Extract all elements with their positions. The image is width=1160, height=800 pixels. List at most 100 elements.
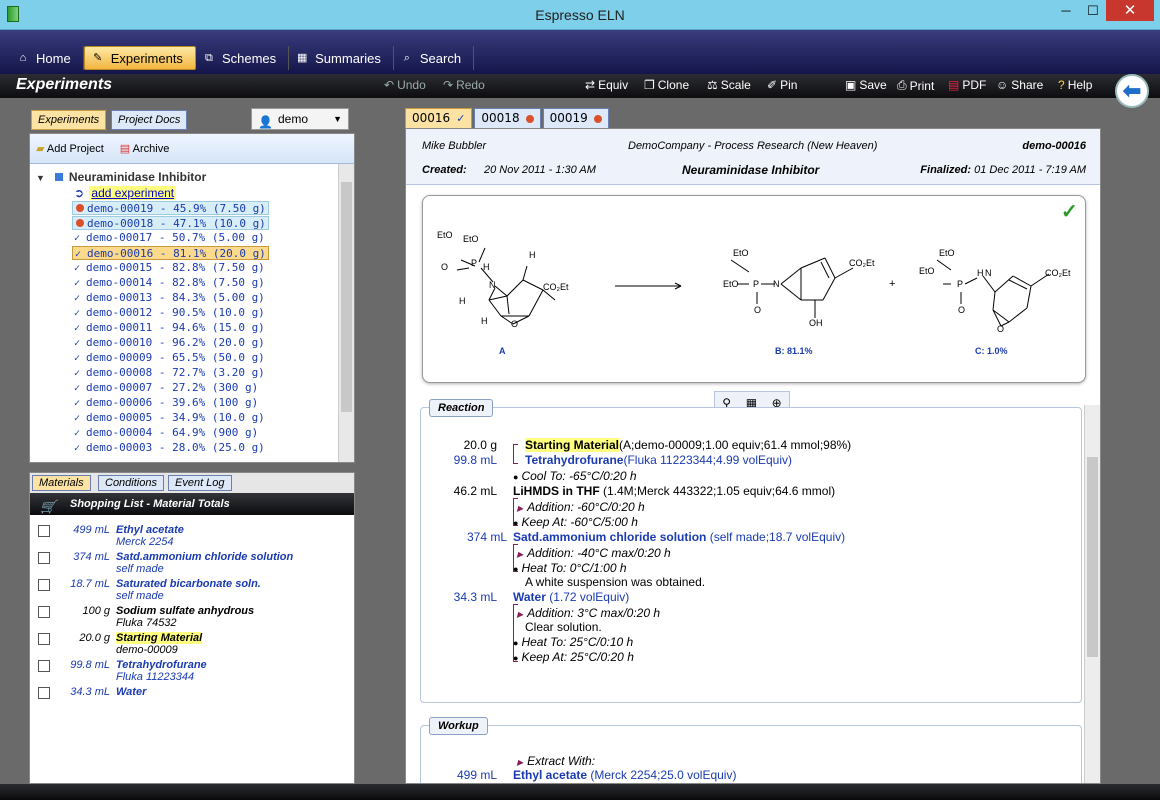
document-scrollbar[interactable] xyxy=(1084,405,1100,783)
share-button[interactable]: ☺ Share xyxy=(996,78,1043,92)
material-checkbox[interactable] xyxy=(38,660,50,672)
experiment-item[interactable]: ✓ demo-00011 - 94.6% (15.0 g) xyxy=(72,321,267,335)
nav-tab-search[interactable]: ⌕ Search xyxy=(394,46,475,70)
close-button[interactable]: ✕ xyxy=(1106,0,1154,21)
material-name[interactable]: Sodium sulfate anhydrous xyxy=(116,605,254,617)
experiment-item[interactable]: ✓ demo-00009 - 65.5% (50.0 g) xyxy=(72,351,267,365)
reaction-section-tab[interactable]: Reaction xyxy=(429,399,494,417)
left-panel: Experiments Project Docs 👤 demo ▼ ▰ Add … xyxy=(29,106,355,784)
material-checkbox[interactable] xyxy=(38,687,50,699)
save-button[interactable]: ▣ Save xyxy=(845,78,887,92)
keep-step-2[interactable]: Keep At: 25°C/0:20 h xyxy=(521,650,633,664)
tab-materials[interactable]: Materials xyxy=(32,475,91,491)
redo-button[interactable]: ↷ Redo xyxy=(443,78,485,92)
nh4-name[interactable]: Satd.ammonium chloride solution xyxy=(513,530,706,544)
ea-name[interactable]: Ethyl acetate xyxy=(513,768,587,782)
tab-project-docs[interactable]: Project Docs xyxy=(111,110,188,130)
reaction-scheme[interactable]: EtO EtO O P N H H H H O CO₂Et A EtO EtO … xyxy=(422,195,1086,383)
experiment-item[interactable]: ✓ demo-00016 - 81.1% (20.0 g) xyxy=(72,246,269,260)
note-2[interactable]: Clear solution. xyxy=(525,620,602,634)
step-arrow-icon: ▶ xyxy=(517,610,524,619)
note-1[interactable]: A white suspension was obtained. xyxy=(525,575,705,589)
experiment-item[interactable]: ✓ demo-00003 - 28.0% (25.0 g) xyxy=(72,441,267,455)
scale-button[interactable]: ⚖ Scale xyxy=(707,78,751,92)
archive-button[interactable]: ▤ Archive xyxy=(120,142,170,155)
experiment-item[interactable]: ✓ demo-00008 - 72.7% (3.20 g) xyxy=(72,366,267,380)
material-name[interactable]: Saturated bicarbonate soln. xyxy=(116,578,261,590)
user-select[interactable]: 👤 demo ▼ xyxy=(251,108,349,130)
ea-detail: (Merck 2254;25.0 volEquiv) xyxy=(590,768,737,782)
nav-tab-experiments[interactable]: ✎ Experiments xyxy=(83,46,196,70)
experiment-item[interactable]: ✓ demo-00012 - 90.5% (10.0 g) xyxy=(72,306,267,320)
back-button[interactable]: ⬅ xyxy=(1115,74,1149,108)
experiment-item[interactable]: ✓ demo-00014 - 82.8% (7.50 g) xyxy=(72,276,267,290)
material-name[interactable]: Ethyl acetate xyxy=(116,524,184,536)
print-button[interactable]: ⎙ Print xyxy=(897,78,934,93)
add-project-button[interactable]: ▰ Add Project xyxy=(36,142,104,155)
material-name[interactable]: Tetrahydrofurane xyxy=(116,659,207,671)
material-checkbox[interactable] xyxy=(38,633,50,645)
experiment-item[interactable]: ✓ demo-00007 - 27.2% (300 g) xyxy=(72,381,260,395)
equiv-button[interactable]: ⇄ Equiv xyxy=(585,78,628,92)
tab-conditions[interactable]: Conditions xyxy=(98,475,164,491)
project-node[interactable]: ▼ Neuraminidase Inhibitor xyxy=(36,170,206,184)
material-name[interactable]: Satd.ammonium chloride solution xyxy=(116,551,293,563)
material-checkbox[interactable] xyxy=(38,579,50,591)
experiment-item[interactable]: ✓ demo-00006 - 39.6% (100 g) xyxy=(72,396,260,410)
tree-scrollbar[interactable] xyxy=(338,164,354,462)
experiment-item[interactable]: demo-00018 - 47.1% (10.0 g) xyxy=(72,216,269,230)
minimize-button[interactable]: ─ xyxy=(1052,0,1080,21)
addition-step-2[interactable]: Addition: -40°C max/0:20 h xyxy=(527,546,671,560)
heat-step-1[interactable]: Heat To: 0°C/1:00 h xyxy=(521,561,626,575)
material-checkbox[interactable] xyxy=(38,552,50,564)
material-name[interactable]: Water xyxy=(116,686,146,698)
tab-experiments-list[interactable]: Experiments xyxy=(31,110,107,130)
pin-button[interactable]: ✐ Pin xyxy=(767,78,797,92)
experiment-item[interactable]: ✓ demo-00013 - 84.3% (5.00 g) xyxy=(72,291,267,305)
tab-exp-00016[interactable]: 00016 ✓ xyxy=(405,108,473,129)
pdf-button[interactable]: ▤ PDF xyxy=(948,78,986,92)
nav-tab-home[interactable]: ⌂ Home xyxy=(10,46,84,70)
sm-name[interactable]: Starting Material xyxy=(525,438,620,452)
experiment-item[interactable]: ✓ demo-00015 - 82.8% (7.50 g) xyxy=(72,261,267,275)
heat-step-2[interactable]: Heat To: 25°C/0:10 h xyxy=(521,635,633,649)
extract-step[interactable]: Extract With: xyxy=(527,754,595,768)
experiment-item[interactable]: demo-00019 - 45.9% (7.50 g) xyxy=(72,201,269,215)
archive-icon: ▤ xyxy=(119,143,131,155)
experiments-icon: ✎ xyxy=(93,52,103,64)
tab-exp-00019[interactable]: 00019 xyxy=(542,108,609,129)
workup-section-tab[interactable]: Workup xyxy=(429,717,488,735)
finalized-check-icon: ✓ xyxy=(1061,201,1078,223)
experiment-item[interactable]: ✓ demo-00017 - 50.7% (5.00 g) xyxy=(72,231,267,245)
main-nav: ⌂ Home ✎ Experiments ⧉ Schemes ▦ Summaries ⌕… xyxy=(0,30,1160,74)
add-experiment-link[interactable]: ➲ add experiment xyxy=(72,186,177,200)
keep-step-1[interactable]: Keep At: -60°C/5:00 h xyxy=(521,515,637,529)
nav-tab-schemes[interactable]: ⧉ Schemes xyxy=(196,46,290,70)
checkmark-icon: ✓ xyxy=(74,398,81,409)
collapse-icon: ▼ xyxy=(36,173,45,183)
material-name[interactable]: Starting Material xyxy=(116,632,203,644)
material-source: demo-00009 xyxy=(116,644,178,656)
nav-tab-summaries[interactable]: ▦ Summaries xyxy=(289,46,394,70)
addition-step-3[interactable]: Addition: 3°C max/0:20 h xyxy=(527,606,660,620)
material-checkbox[interactable] xyxy=(38,606,50,618)
water-name[interactable]: Water xyxy=(513,590,546,604)
cool-step[interactable]: Cool To: -65°C/0:20 h xyxy=(521,469,636,483)
experiment-item[interactable]: ✓ demo-00004 - 64.9% (900 g) xyxy=(72,426,260,440)
addition-step-1[interactable]: Addition: -60°C/0:20 h xyxy=(527,500,645,514)
material-checkbox[interactable] xyxy=(38,525,50,537)
maximize-button[interactable]: ☐ xyxy=(1079,0,1107,21)
material-item: 18.7 mL Saturated bicarbonate soln. self m… xyxy=(36,577,346,603)
material-qty: 100 g xyxy=(82,605,110,617)
experiment-item[interactable]: ✓ demo-00005 - 34.9% (10.0 g) xyxy=(72,411,267,425)
scheme-o-b: O xyxy=(754,305,761,315)
undo-button[interactable]: ↶ Undo xyxy=(384,78,426,92)
thf-name[interactable]: Tetrahydrofurane xyxy=(525,453,623,467)
clone-button[interactable]: ❐ Clone xyxy=(644,78,689,92)
experiment-item[interactable]: ✓ demo-00010 - 96.2% (20.0 g) xyxy=(72,336,267,350)
help-button[interactable]: ? Help xyxy=(1058,78,1092,92)
lih-name[interactable]: LiHMDS in THF xyxy=(513,484,600,498)
tab-event-log[interactable]: Event Log xyxy=(168,475,232,491)
tab-exp-00018[interactable]: 00018 xyxy=(474,108,541,129)
experiment-id: demo-00016 xyxy=(1022,140,1086,152)
